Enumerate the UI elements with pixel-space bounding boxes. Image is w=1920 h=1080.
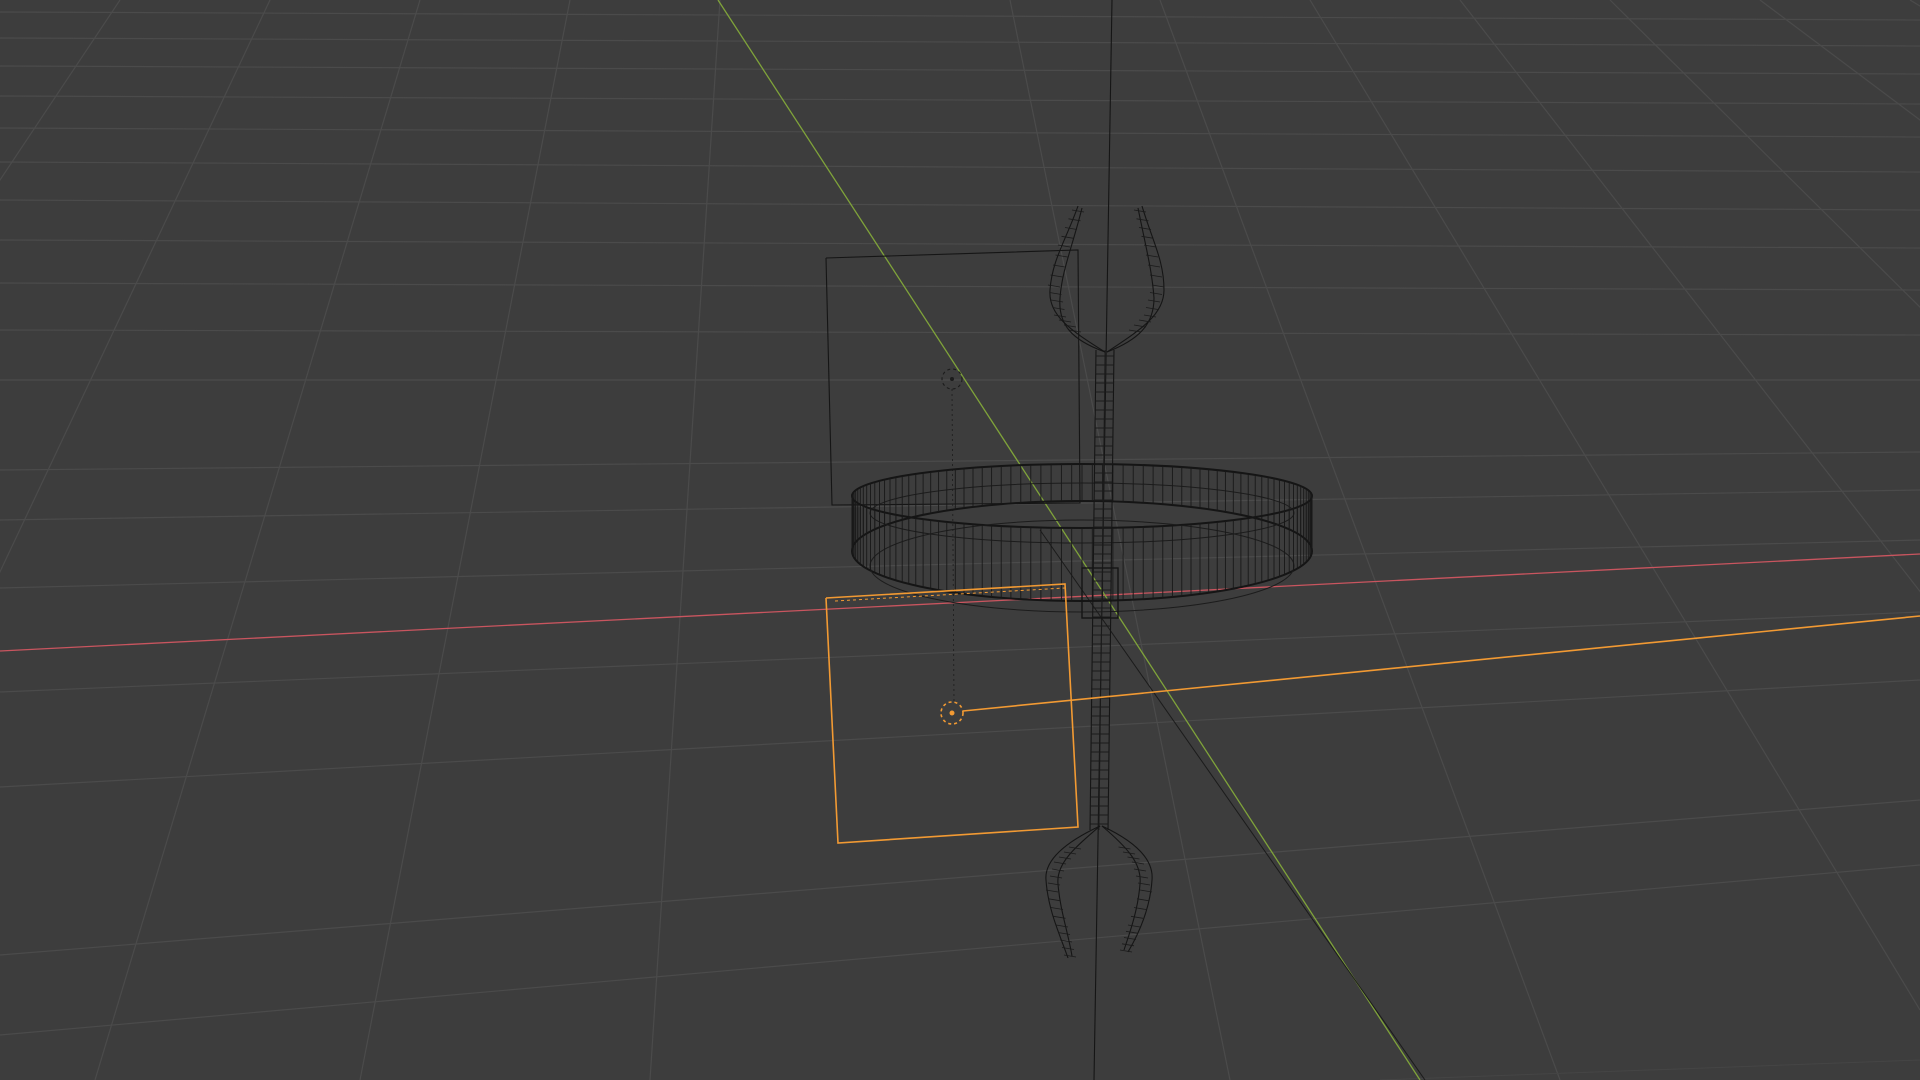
grid-line [1459,0,1920,593]
prong-rung [1127,924,1141,928]
prong-rung [1130,915,1144,919]
light-lower-selected[interactable] [825,583,1920,844]
prong-rung [1050,299,1064,303]
rod-rungs [1090,355,1114,825]
grid-line [0,127,1920,138]
prong-rung [1119,949,1133,953]
grid-line [0,799,1920,956]
grid-line [0,282,1920,291]
grid-line [0,539,1920,589]
prong-rung [1064,227,1078,230]
x-axis-line [0,553,1920,652]
prong-rung [1071,209,1085,213]
camera-guide-line [1039,529,1426,1080]
light-upper-stem [951,388,955,704]
3d-viewport[interactable] [0,0,1920,1080]
world-axes [0,0,1920,1080]
prong-rung [1063,954,1077,958]
prong-rung [1125,930,1139,934]
prong-rung [1139,889,1153,893]
y-axis-line [717,0,1421,1080]
grid-line [1609,0,1920,309]
fork-rod-mesh[interactable] [1045,205,1165,959]
prong-rung [1055,924,1069,928]
prong-rung [1128,329,1142,333]
grid-line [0,451,1920,471]
light-lower-direction-line [962,615,1920,712]
prong-rung [1061,235,1074,239]
prong-rung [1145,307,1159,310]
viewport-canvas[interactable] [0,0,1920,1080]
prong-rung [1061,947,1075,950]
grid-line [0,65,1920,75]
prong-rung [1058,319,1072,323]
grid-line [94,0,421,1080]
grid-line [0,37,1920,47]
prong-rung [1136,898,1150,902]
grid-line [0,199,1920,211]
prong-rung [1049,875,1063,879]
grid-line [0,329,1920,336]
light-upper[interactable] [825,249,1081,704]
prong-rung [1123,937,1137,940]
floor-grid [0,0,1920,1080]
prong-rung [1058,856,1072,860]
grid-line [0,95,1920,105]
grid-line [0,161,1920,173]
lower-prong-right-inner [1101,825,1141,951]
prong-rung [1053,314,1067,318]
prong-rung [1135,875,1149,879]
grid-line [0,239,1920,249]
grid-line [1159,0,1561,1080]
prong-rung [1048,898,1061,902]
grid-line [1309,0,1920,1011]
lower-prong-left-inner [1057,825,1101,957]
grid-line [649,0,721,1080]
grid-line [1009,0,1231,1080]
grid-line [1379,1059,1920,1080]
grid-line [0,489,1920,521]
light-lower-center [949,710,955,716]
grid-line [0,864,1920,1036]
grid-line [0,611,1920,693]
prong-rung [1133,209,1147,213]
light-upper-center [950,377,954,381]
grid-line [0,679,1920,788]
grid-line [0,11,1920,21]
prong-rung [1049,292,1062,295]
upper-prong-right [1106,205,1165,353]
prong-rung [1133,868,1147,872]
prong-rung [1057,932,1071,935]
prong-rung [1149,292,1163,295]
